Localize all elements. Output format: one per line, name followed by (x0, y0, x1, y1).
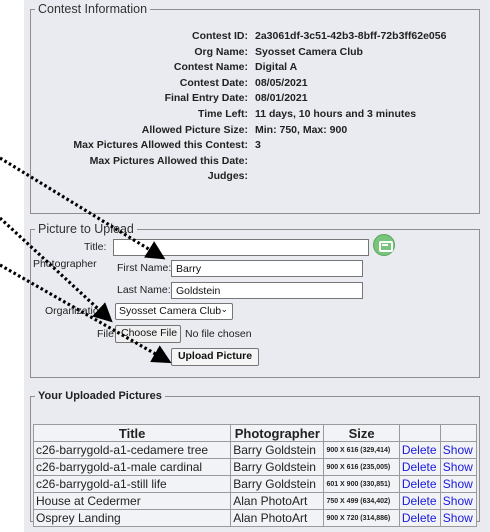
chat-bubble-icon[interactable] (373, 234, 395, 256)
picture-size-cell: 900 X 616 (329,414) (323, 441, 400, 459)
contest-info-value: 3 (255, 139, 261, 152)
uploaded-pictures-legend: Your Uploaded Pictures (38, 390, 162, 402)
picture-upload-legend: Picture to Upload (38, 222, 134, 236)
photographer-label: Photographer (33, 258, 97, 270)
contest-info-label: Final Entry Date: (164, 92, 248, 105)
contest-info-label: Contest Name: (173, 61, 248, 74)
contest-info-row: Max Pictures Allowed this Date: (31, 155, 479, 170)
show-link[interactable]: Show (439, 509, 478, 527)
picture-size-cell: 601 X 900 (330,851) (323, 475, 400, 493)
table-row: c26-barrygold-a1-male cardinal Barry Gold… (32, 458, 478, 476)
contest-info-value: Digital A (255, 61, 298, 74)
contest-info-label: Org Name: (194, 45, 248, 58)
contest-information-legend: Contest Information (38, 2, 148, 16)
contest-information-panel: Contest Information Contest ID: 2a3061df-… (30, 2, 480, 214)
column-header-photographer: Photographer (230, 424, 325, 442)
contest-info-row: Contest ID: 2a3061df-3c51-42b3-8bff-72b3f… (31, 30, 479, 45)
contest-info-label: Max Pictures Allowed this Contest: (73, 139, 248, 152)
picture-title-cell: c26-barrygold-a1-still life (32, 475, 232, 493)
contest-info-label: Time Left: (198, 108, 248, 120)
contest-info-row: Judges: (31, 170, 479, 185)
organization-label: Organization: (45, 305, 108, 317)
title-label: Title: (84, 241, 107, 253)
show-link[interactable]: Show (439, 475, 478, 493)
first-name-label: First Name: (117, 262, 172, 274)
organization-select[interactable]: Syosset Camera Club ⌄ (115, 303, 233, 320)
table-row: Osprey Landing Alan PhotoArt 900 X 720 (31… (32, 509, 478, 527)
file-label: File: (97, 328, 117, 340)
uploaded-pictures-panel: Your Uploaded Pictures Title Photographe… (30, 390, 480, 527)
delete-link[interactable]: Delete (398, 509, 441, 527)
show-link[interactable]: Show (439, 441, 478, 459)
picture-photographer-cell: Alan PhotoArt (230, 509, 325, 527)
table-header-row: Title Photographer Size (32, 424, 478, 442)
delete-link[interactable]: Delete (398, 441, 441, 459)
uploaded-pictures-table: Title Photographer Size c26-barrygold-a1… (32, 424, 478, 527)
delete-link[interactable]: Delete (398, 458, 441, 476)
column-header-title: Title (32, 424, 232, 442)
contest-info-label: Judges: (207, 170, 248, 183)
contest-info-row: Final Entry Date: 08/01/2021 (31, 92, 479, 107)
contest-info-row: Time Left: 11 days, 10 hours and 3 minute… (31, 108, 479, 123)
picture-upload-panel: Picture to Upload Title: Photographer Fi… (30, 222, 480, 378)
picture-title-cell: c26-barrygold-a1-male cardinal (32, 458, 232, 476)
picture-photographer-cell: Alan PhotoArt (230, 492, 325, 510)
picture-size-cell: 900 X 616 (235,005) (323, 458, 400, 476)
table-row: c26-barrygold-a1-cedamere tree Barry Gold… (32, 441, 478, 459)
picture-title-cell: Osprey Landing (32, 509, 232, 527)
contest-info-value: 08/05/2021 (255, 76, 308, 89)
contest-info-row: Max Pictures Allowed this Contest: 3 (31, 139, 479, 154)
chevron-down-icon: ⌄ (220, 304, 228, 314)
last-name-label: Last Name: (117, 284, 171, 296)
contest-info-label: Contest Date: (179, 76, 248, 89)
first-name-input[interactable] (171, 260, 363, 277)
contest-info-label: Contest ID: (192, 30, 248, 42)
contest-entry-page: Contest Information Contest ID: 2a3061df-… (24, 0, 490, 532)
contest-info-label: Allowed Picture Size: (141, 123, 248, 136)
column-header-delete (398, 424, 441, 442)
show-link[interactable]: Show (439, 492, 478, 510)
picture-photographer-cell: Barry Goldstein (230, 475, 325, 493)
choose-file-button[interactable]: Choose File (115, 325, 181, 343)
contest-info-value: 2a3061df-3c51-42b3-8bff-72b3ff62e056 (255, 30, 447, 42)
picture-size-cell: 750 X 499 (634,402) (323, 492, 400, 510)
picture-photographer-cell: Barry Goldstein (230, 441, 325, 459)
contest-info-row: Allowed Picture Size: Min: 750, Max: 900 (31, 124, 479, 139)
contest-info-value: Min: 750, Max: 900 (255, 123, 348, 136)
table-row: House at Cedermer Alan PhotoArt 750 X 499 … (32, 492, 478, 510)
picture-title-cell: c26-barrygold-a1-cedamere tree (32, 441, 232, 459)
organization-selected-value: Syosset Camera Club (119, 305, 222, 317)
show-link[interactable]: Show (439, 458, 478, 476)
contest-info-value: Syosset Camera Club (255, 45, 363, 58)
column-header-size: Size (323, 424, 400, 442)
picture-photographer-cell: Barry Goldstein (230, 458, 325, 476)
contest-info-value: 11 days, 10 hours and 3 minutes (255, 108, 417, 120)
table-row: c26-barrygold-a1-still life Barry Goldste… (32, 475, 478, 493)
delete-link[interactable]: Delete (398, 492, 441, 510)
picture-title-cell: House at Cedermer (32, 492, 232, 510)
uploaded-pictures-body: c26-barrygold-a1-cedamere tree Barry Gold… (32, 441, 478, 527)
contest-info-row: Contest Date: 08/05/2021 (31, 77, 479, 92)
column-header-show (439, 424, 478, 442)
last-name-input[interactable] (171, 282, 363, 299)
title-input[interactable] (113, 239, 369, 256)
contest-info-row: Contest Name: Digital A (31, 61, 479, 76)
no-file-chosen-text: No file chosen (185, 328, 252, 340)
contest-info-label: Max Pictures Allowed this Date: (89, 154, 248, 167)
delete-link[interactable]: Delete (398, 475, 441, 493)
upload-picture-button[interactable]: Upload Picture (171, 348, 259, 366)
contest-info-row: Org Name: Syosset Camera Club (31, 46, 479, 61)
contest-info-value: 08/01/2021 (255, 92, 308, 105)
picture-size-cell: 900 X 720 (314,886) (323, 509, 400, 527)
